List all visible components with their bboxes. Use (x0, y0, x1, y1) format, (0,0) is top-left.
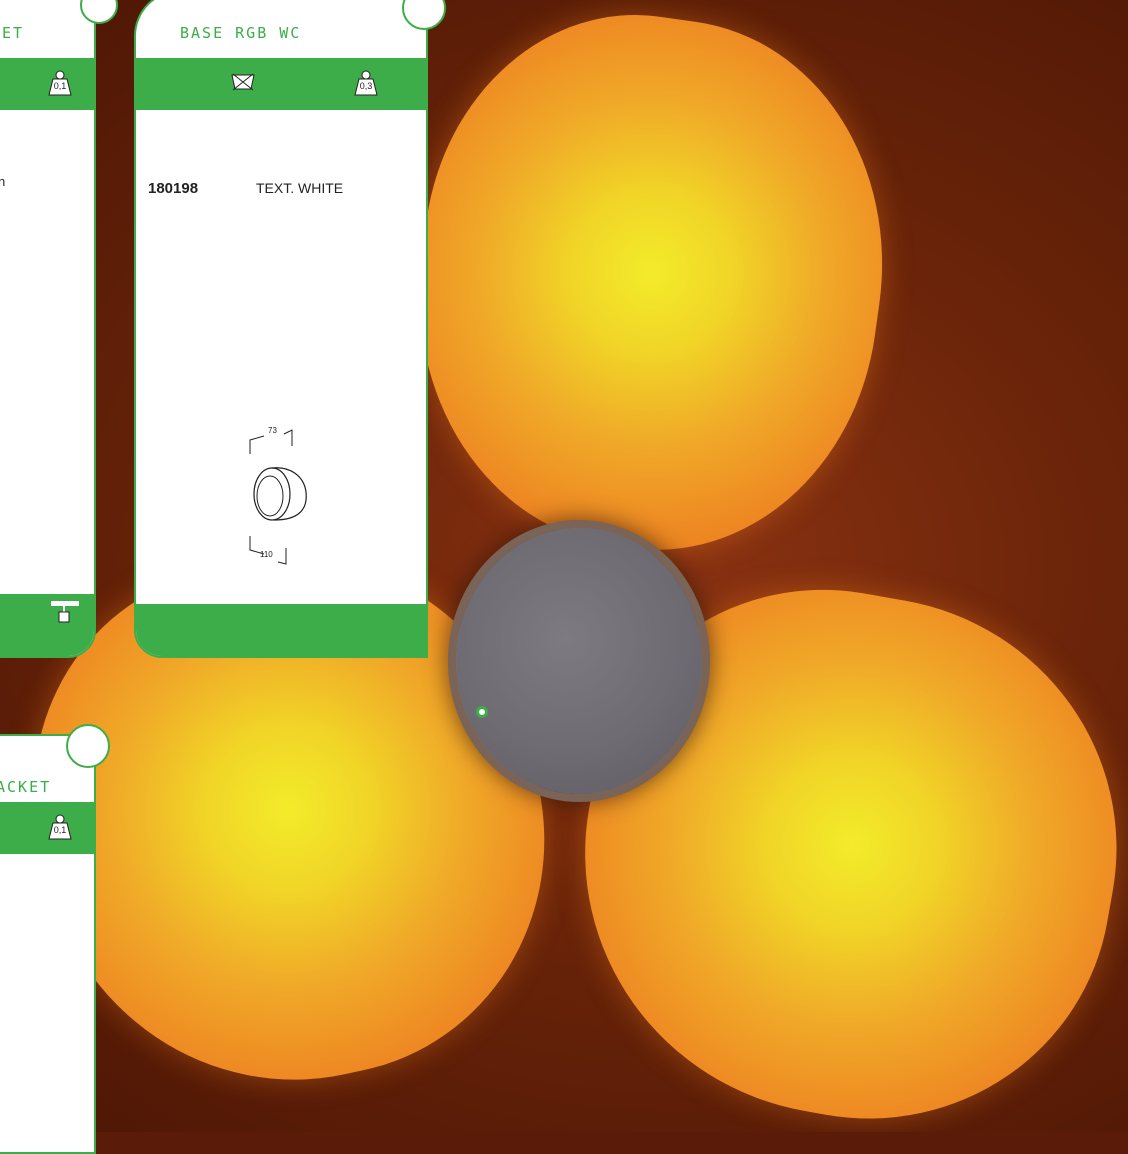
spec-card-left-top: ET 0,1 n (0, 0, 96, 658)
weight-icon: 0,1 (44, 70, 76, 96)
lamp-hub (456, 528, 702, 794)
card-title: BASE RGB WC (180, 24, 302, 42)
weight-value: 0,1 (53, 81, 67, 91)
ceiling-mount-icon (50, 600, 80, 629)
card-header-band: 0,1 (0, 802, 94, 854)
product-description: TEXT. WHITE (256, 180, 344, 196)
card-header-band: 0,3 (136, 58, 426, 110)
spec-card-main: BASE RGB WC 0,3 180198 TEXT. WHITE 73 11… (134, 0, 428, 658)
card-title: ET (2, 24, 25, 42)
lamp-petal-top (385, 0, 915, 578)
card-footer-band (136, 604, 426, 656)
tab-bump-left-bottom (66, 724, 110, 768)
card-header-band: 0,1 (0, 58, 94, 110)
weight-value: 0,3 (359, 81, 373, 91)
dimension-label-top: 73 (268, 426, 277, 435)
spec-card-left-bottom: ACKET 0,1 (0, 734, 96, 1154)
card-footer-band (0, 594, 94, 656)
product-code: 180198 (148, 180, 199, 197)
weight-icon: 0,1 (44, 814, 76, 840)
no-wash-icon (230, 72, 256, 97)
line-fragment: n (0, 174, 5, 189)
dimension-label-bottom: 110 (260, 550, 273, 559)
weight-value: 0,1 (53, 825, 67, 835)
weight-icon: 0,3 (350, 70, 382, 96)
hotspot-marker[interactable] (476, 706, 488, 718)
product-drawing: 73 110 (240, 420, 320, 570)
card-title: ACKET (0, 778, 52, 796)
